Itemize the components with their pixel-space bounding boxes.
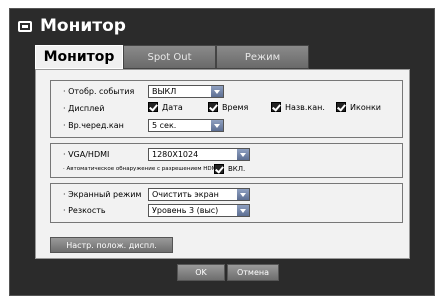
sharpness-label: · Резкость (63, 206, 106, 215)
checkmark-icon (271, 102, 281, 112)
sequence-value: 5 сек. (152, 121, 177, 130)
vga-hdmi-group: · VGA/HDMI 1280X1024 · Автоматическое об… (50, 143, 403, 178)
date-checkbox-label: Дата (162, 102, 183, 112)
event-display-label: · Отобр. события (63, 87, 135, 96)
icons-checkbox-label: Иконки (350, 102, 381, 112)
screen-mode-value: Очистить экран (152, 190, 219, 199)
vga-hdmi-select[interactable]: 1280X1024 (148, 148, 250, 161)
time-checkbox-label: Время (222, 102, 249, 112)
checkmark-icon (148, 102, 158, 112)
channel-name-checkbox[interactable]: Назв.кан. (271, 102, 325, 112)
display-position-button[interactable]: Настр. полож. диспл. (50, 237, 173, 253)
tab-bar: Монитор Spot Out Режим (35, 45, 309, 69)
icons-checkbox[interactable]: Иконки (336, 102, 381, 112)
sharpness-value: Уровень 3 (выс) (152, 206, 219, 215)
date-checkbox[interactable]: Дата (148, 102, 183, 112)
display-label: · Дисплей (63, 104, 105, 113)
monitor-icon (18, 20, 32, 32)
display-settings-group: · Отобр. события ВЫКЛ · Дисплей Дата Вре… (50, 80, 403, 138)
hdmi-auto-detect-label: · Автоматическое обнаружение с разрешени… (63, 166, 218, 172)
chevron-down-icon (211, 120, 223, 131)
event-display-value: ВЫКЛ (152, 87, 177, 96)
chevron-down-icon (237, 149, 249, 160)
screen-mode-select[interactable]: Очистить экран (148, 188, 250, 201)
time-checkbox[interactable]: Время (208, 102, 248, 112)
vga-hdmi-value: 1280X1024 (152, 150, 199, 159)
ok-button[interactable]: OK (177, 264, 225, 281)
chevron-down-icon (237, 205, 249, 216)
screen-settings-group: · Экранный режим Очистить экран · Резкос… (50, 183, 403, 223)
cancel-button[interactable]: Отмена (227, 264, 279, 281)
hdmi-auto-detect-checkbox[interactable]: ВКЛ. (214, 164, 245, 174)
dialog-title-text: Монитор (40, 16, 126, 36)
sequence-select[interactable]: 5 сек. (148, 119, 224, 132)
sequence-label: · Вр.черед.кан (63, 121, 124, 130)
settings-panel: · Отобр. события ВЫКЛ · Дисплей Дата Вре… (35, 69, 410, 259)
chevron-down-icon (237, 189, 249, 200)
checkmark-icon (208, 102, 218, 112)
checkmark-icon (214, 164, 224, 174)
vga-hdmi-label: · VGA/HDMI (63, 150, 110, 159)
tab-mode[interactable]: Режим (216, 45, 309, 69)
tab-monitor[interactable]: Монитор (35, 45, 123, 69)
screen-mode-label: · Экранный режим (63, 190, 142, 199)
tab-spot-out[interactable]: Spot Out (123, 45, 216, 69)
checkmark-icon (336, 102, 346, 112)
chevron-down-icon (211, 86, 223, 97)
channel-name-checkbox-label: Назв.кан. (285, 102, 325, 112)
hdmi-auto-detect-checkbox-label: ВКЛ. (228, 165, 246, 173)
dialog-title: Монитор (18, 15, 126, 37)
event-display-select[interactable]: ВЫКЛ (148, 85, 224, 98)
sharpness-select[interactable]: Уровень 3 (выс) (148, 204, 250, 217)
